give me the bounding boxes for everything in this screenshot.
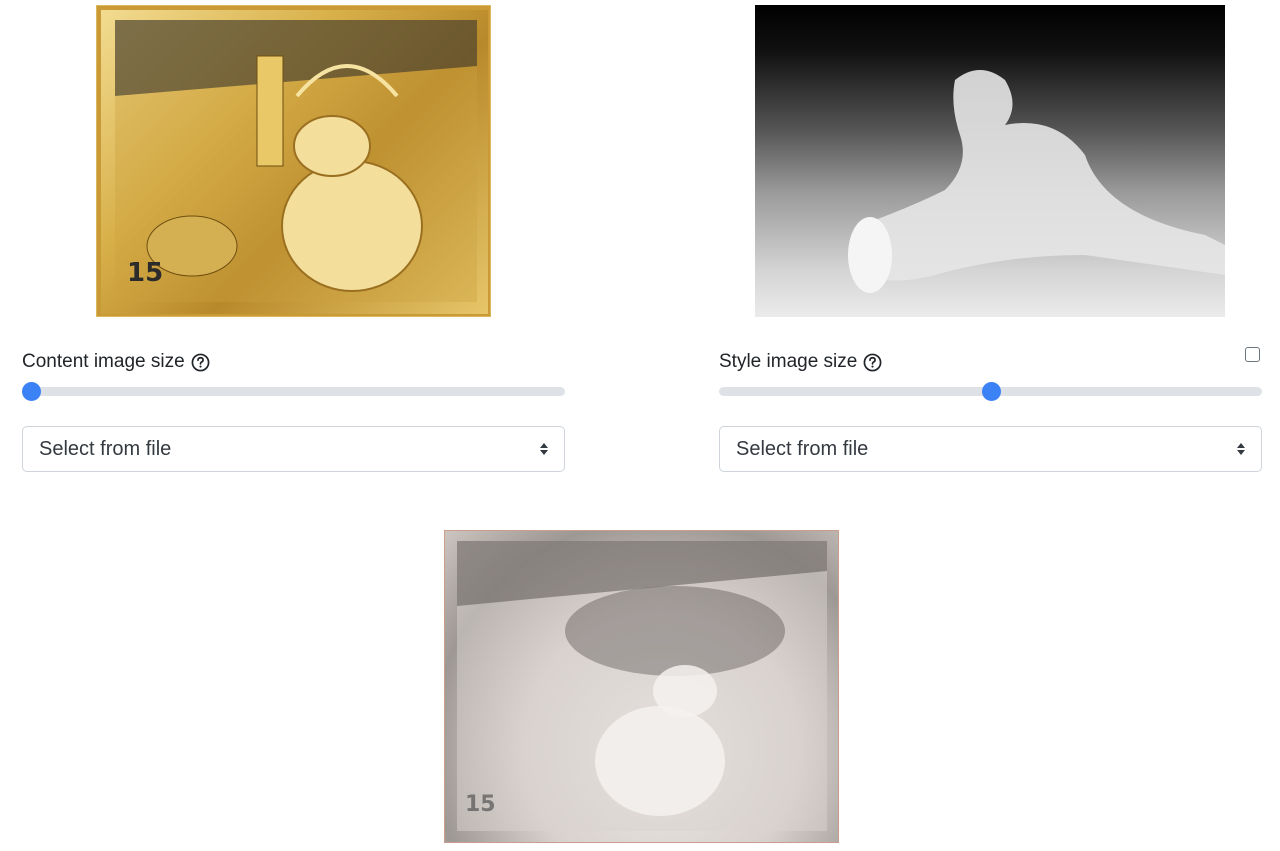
style-image <box>755 5 1225 317</box>
style-size-slider-thumb[interactable] <box>981 382 1001 401</box>
style-size-label: Style image size <box>719 351 858 372</box>
chevron-up-down-icon <box>1237 443 1245 455</box>
content-size-slider-thumb[interactable] <box>22 382 41 401</box>
content-size-label-row: Content image size <box>22 350 210 374</box>
chevron-up-down-icon <box>540 443 548 455</box>
style-size-label-row: Style image size <box>719 350 882 374</box>
style-select-text: Select from file <box>736 437 869 460</box>
help-icon[interactable] <box>863 353 882 372</box>
content-image: 15 <box>96 5 491 317</box>
content-select-text: Select from file <box>39 437 172 460</box>
content-image-select[interactable]: Select from file <box>22 426 565 472</box>
style-size-slider[interactable] <box>719 382 1262 401</box>
svg-text:15: 15 <box>465 792 496 817</box>
style-checkbox[interactable] <box>1245 347 1260 362</box>
style-image-select[interactable]: Select from file <box>719 426 1262 472</box>
content-size-slider[interactable] <box>22 382 565 401</box>
svg-text:15: 15 <box>127 258 163 288</box>
stylized-output-image: 15 <box>444 530 839 843</box>
help-icon[interactable] <box>191 353 210 372</box>
content-size-label: Content image size <box>22 351 185 372</box>
app-page: 15 Content image size Select from file S… <box>0 0 1280 851</box>
